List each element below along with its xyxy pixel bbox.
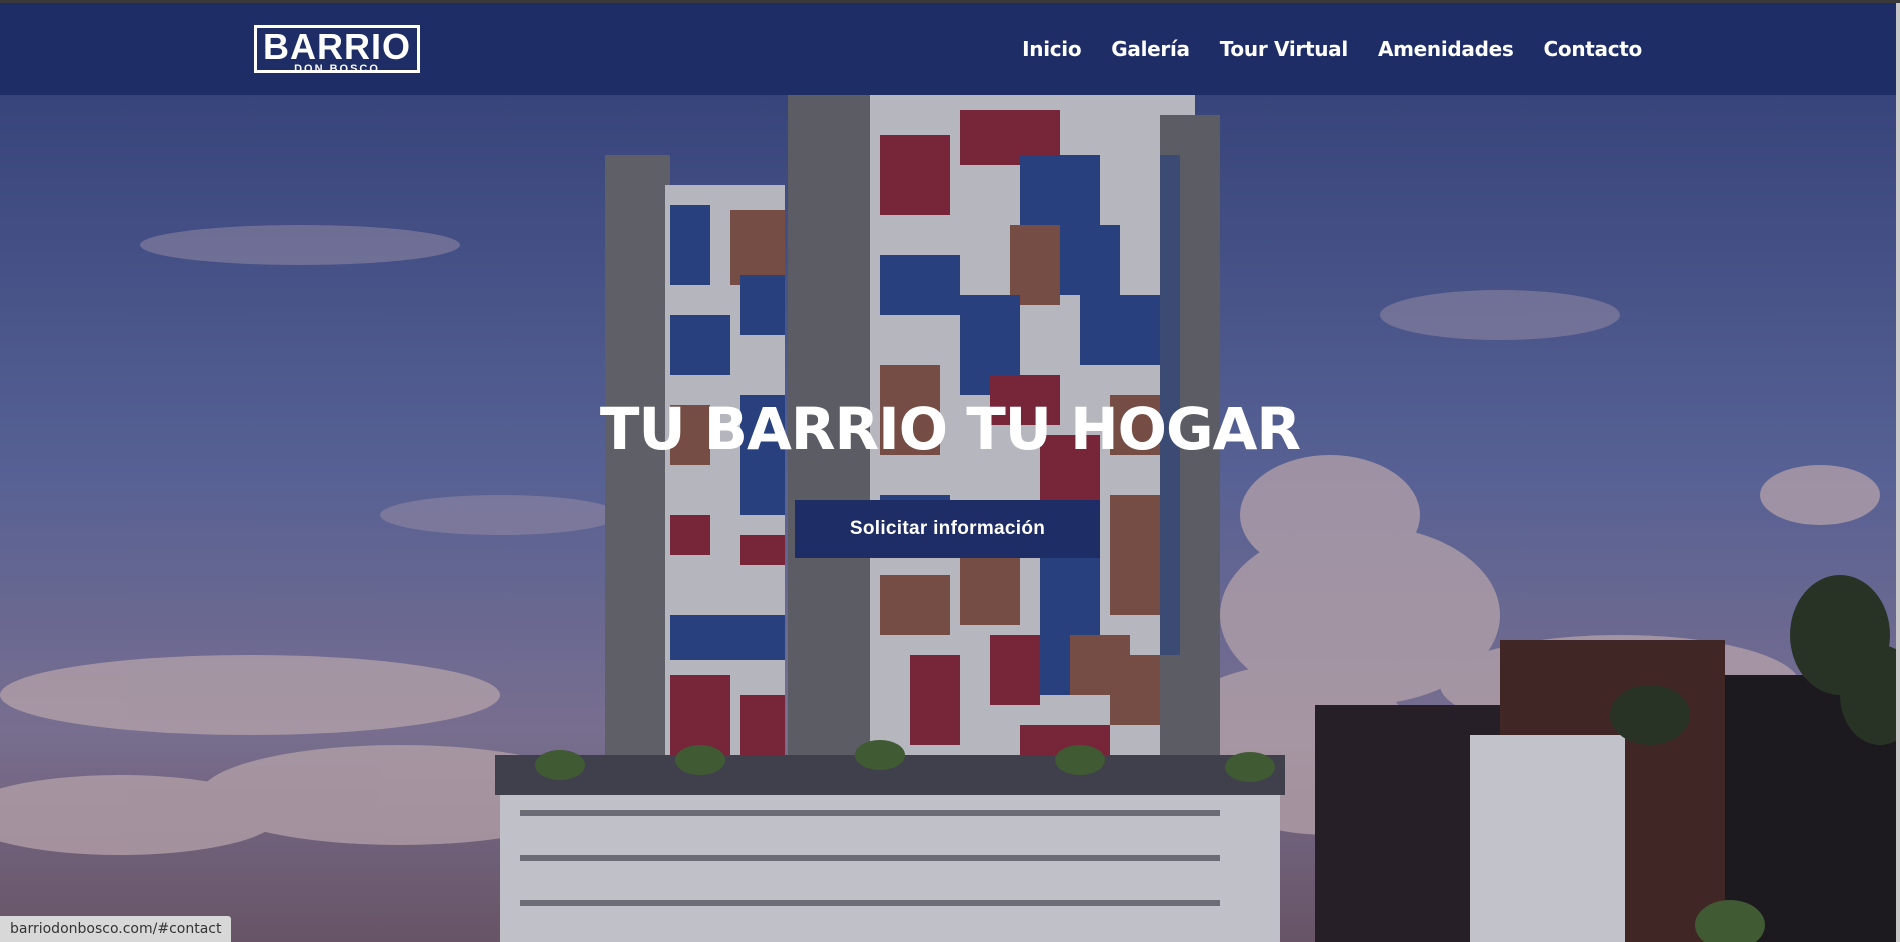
hero-title: TU BARRIO TU HOGAR (599, 395, 1301, 463)
brand-name: BARRIO (263, 26, 411, 67)
hero-section: TU BARRIO TU HOGAR Solicitar información (0, 95, 1900, 942)
nav-link-amenidades[interactable]: Amenidades (1378, 37, 1514, 61)
status-bar-url: barriodonbosco.com/#contact (0, 916, 232, 942)
site-navbar: BARRIO DON BOSCO Inicio Galería Tour Vir… (0, 3, 1900, 95)
nav-link-galeria[interactable]: Galería (1111, 37, 1190, 61)
nav-link-inicio[interactable]: Inicio (1022, 37, 1081, 61)
page-scrollbar[interactable] (1896, 3, 1900, 942)
nav-link-contacto[interactable]: Contacto (1544, 37, 1643, 61)
brand-logo[interactable]: BARRIO DON BOSCO (254, 25, 420, 75)
main-nav: Inicio Galería Tour Virtual Amenidades C… (1022, 3, 1642, 95)
browser-top-edge (0, 0, 1900, 3)
request-info-button[interactable]: Solicitar información (795, 500, 1100, 558)
nav-link-tour-virtual[interactable]: Tour Virtual (1220, 37, 1348, 61)
